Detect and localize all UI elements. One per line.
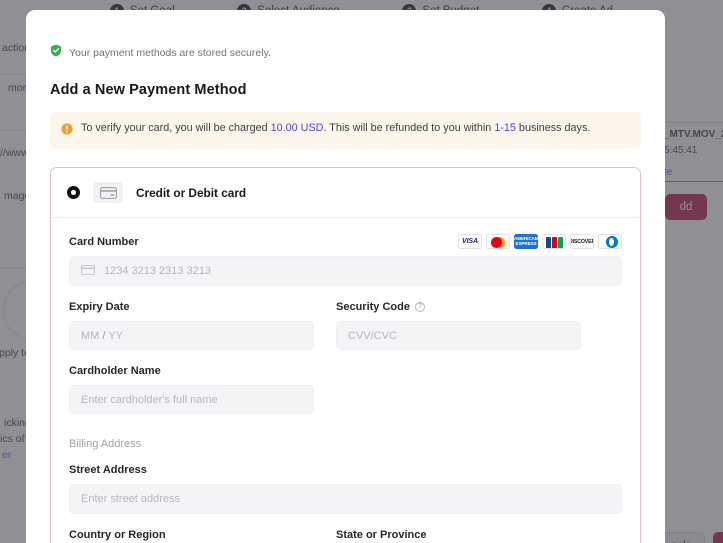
credit-card-radio[interactable] (67, 186, 80, 199)
verification-notice-text: To verify your card, you will be charged… (81, 121, 590, 136)
field-cardholder-name: Cardholder Name Enter cardholder's full … (69, 364, 314, 414)
mastercard-icon (486, 234, 510, 249)
credit-card-form: Card Number VISA AMERICAN EXPRESS DISCOV… (51, 218, 640, 543)
secure-notice: Your payment methods are stored securely… (50, 44, 641, 62)
field-security-code: Security Code ? CVV/CVC (336, 300, 581, 350)
visa-icon: VISA (458, 234, 482, 249)
expiry-yy: YY (108, 329, 123, 342)
expiry-mm: MM (81, 329, 100, 342)
discover-icon: DISCOVER (570, 234, 594, 249)
credit-card-icon (93, 182, 123, 203)
street-address-input[interactable]: Enter street address (69, 484, 622, 514)
card-input-icon (81, 262, 95, 280)
card-number-placeholder: 1234 3213 2313 3213 (104, 265, 212, 277)
billing-address-section-label: Billing Address (69, 438, 142, 450)
page-root: 1 Set Goal ........... 2 Select Audience… (0, 0, 723, 543)
secure-notice-text: Your payment methods are stored securely… (69, 47, 271, 59)
cardholder-name-label: Cardholder Name (69, 365, 161, 377)
add-payment-method-modal: Your payment methods are stored securely… (26, 10, 665, 543)
country-region-label: Country or Region (69, 529, 166, 541)
security-code-label-wrap: Security Code ? (336, 301, 425, 313)
security-code-label: Security Code (336, 301, 410, 313)
street-address-placeholder: Enter street address (81, 493, 181, 505)
credit-card-option-row[interactable]: Credit or Debit card (51, 168, 640, 218)
security-code-placeholder: CVV/CVC (348, 329, 397, 342)
field-street-address: Street Address Enter street address (69, 463, 622, 514)
notice-days: 1-15 (494, 122, 516, 134)
shield-check-icon (50, 44, 62, 62)
diners-club-icon (598, 234, 622, 249)
amex-icon: AMERICAN EXPRESS (514, 234, 538, 249)
notice-text-after: business days. (515, 122, 591, 134)
expiry-date-label: Expiry Date (69, 301, 130, 313)
expiry-placeholder: MM / YY (81, 330, 123, 342)
modal-title: Add a New Payment Method (50, 82, 247, 98)
cardholder-name-placeholder: Enter cardholder's full name (81, 393, 218, 406)
cardholder-name-input[interactable]: Enter cardholder's full name (69, 385, 314, 414)
notice-text-before: To verify your card, you will be charged (81, 122, 271, 134)
card-brand-list: VISA AMERICAN EXPRESS DISCOVER (458, 234, 622, 249)
state-province-label: State or Province (336, 529, 427, 541)
verification-notice: To verify your card, you will be charged… (50, 112, 641, 149)
field-expiry-date: Expiry Date MM / YY (69, 300, 314, 350)
card-number-input[interactable]: 1234 3213 2313 3213 (69, 256, 622, 286)
expiry-date-input[interactable]: MM / YY (69, 321, 314, 350)
card-number-label: Card Number (69, 235, 139, 248)
field-card-number: Card Number VISA AMERICAN EXPRESS DISCOV… (69, 234, 622, 286)
jcb-icon (542, 234, 566, 249)
expiry-sep: / (99, 329, 109, 342)
credit-card-panel: Credit or Debit card Card Number VISA AM… (50, 167, 641, 543)
field-country-region: Country or Region (69, 528, 314, 543)
notice-text-middle: . This will be refunded to you within (323, 122, 495, 134)
security-code-input[interactable]: CVV/CVC (336, 321, 581, 350)
credit-card-option-label: Credit or Debit card (136, 185, 247, 200)
info-circle-icon (61, 122, 73, 140)
field-state-province: State or Province (336, 528, 581, 543)
street-address-label: Street Address (69, 464, 147, 476)
help-icon[interactable]: ? (414, 302, 425, 312)
notice-amount: 10.00 USD (270, 122, 324, 134)
